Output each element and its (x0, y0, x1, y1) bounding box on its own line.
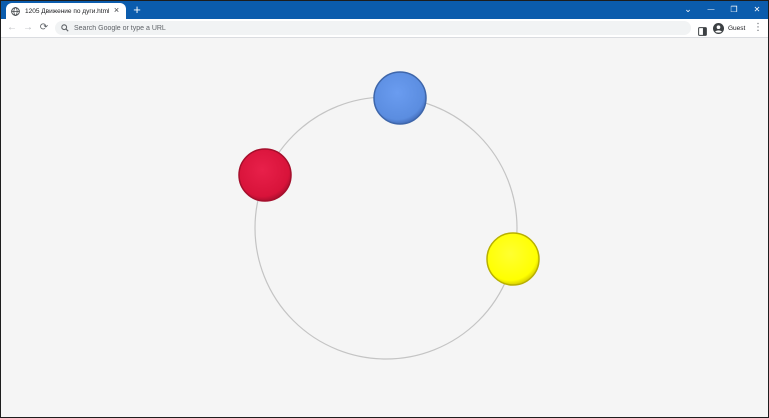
profile-button[interactable]: Guest (713, 21, 745, 35)
minimize-button[interactable]: — (700, 1, 722, 19)
omnibox-input[interactable] (74, 24, 674, 32)
new-tab-button[interactable]: + (130, 3, 144, 17)
ball-red (238, 148, 292, 202)
ball-blue (373, 71, 427, 125)
side-panel-icon[interactable] (698, 23, 707, 36)
tab-title: 1205 Движение по дуги.html (25, 7, 110, 15)
tab-strip: 1205 Движение по дуги.html × + ⌄ — ❐ ✕ (1, 1, 768, 19)
globe-icon (11, 6, 20, 16)
profile-name: Guest (728, 24, 746, 32)
tab-close-icon[interactable]: × (112, 6, 121, 15)
address-bar[interactable] (55, 21, 691, 35)
browser-window: 1205 Движение по дуги.html × + ⌄ — ❐ ✕ ←… (0, 0, 769, 418)
tab-search-icon[interactable]: ⌄ (677, 1, 699, 19)
menu-icon[interactable]: ⋮ (753, 22, 763, 34)
back-button[interactable]: ← (6, 22, 18, 34)
circular-track (254, 96, 518, 360)
animation-canvas (238, 71, 540, 360)
avatar-icon (713, 22, 724, 34)
browser-toolbar: ← → ⟳ Search Google or type a URL Guest … (1, 19, 768, 38)
tab-active[interactable]: 1205 Движение по дуги.html × (6, 3, 126, 19)
ball-yellow (486, 232, 540, 286)
search-icon (61, 24, 69, 32)
page-content (1, 38, 768, 417)
forward-button[interactable]: → (22, 22, 34, 34)
restore-button[interactable]: ❐ (723, 1, 745, 19)
reload-button[interactable]: ⟳ (38, 22, 50, 34)
close-window-button[interactable]: ✕ (746, 1, 768, 19)
